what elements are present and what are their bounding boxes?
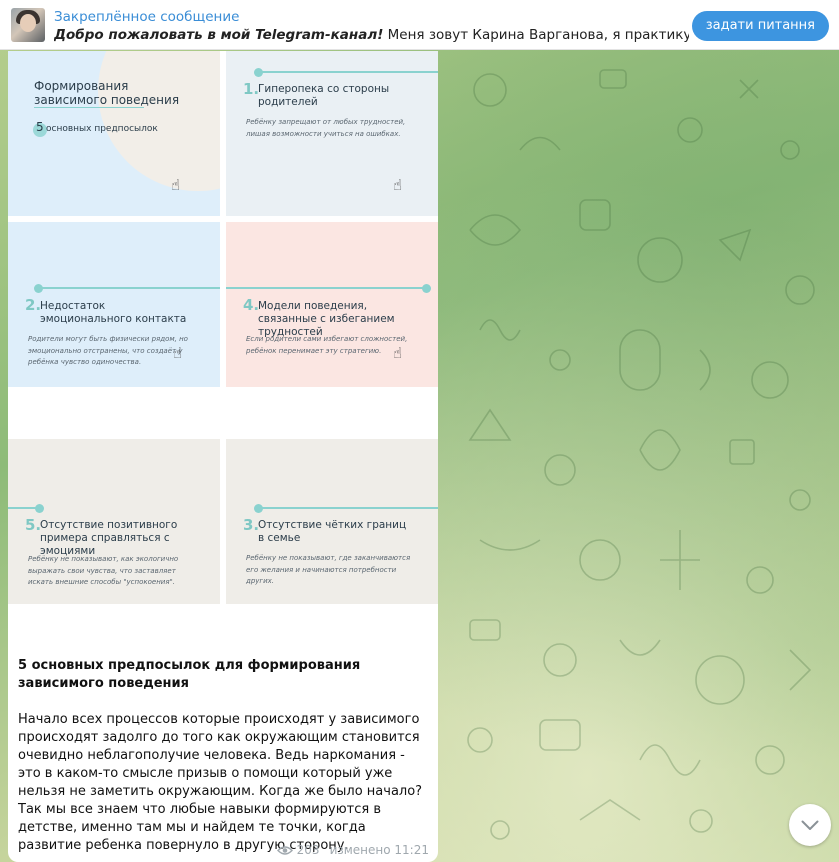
- slide-dot: [422, 284, 431, 293]
- message-meta: 203 изменено 11:21: [276, 843, 429, 857]
- message-body: Начало всех процессов которые происходят…: [18, 712, 423, 853]
- chevron-down-icon: [801, 820, 819, 830]
- pinned-message-bar[interactable]: Закреплённое сообщение Добро пожаловать …: [0, 0, 839, 50]
- slide-title: Формирования зависимого поведения: [34, 79, 180, 107]
- pinned-title: Закреплённое сообщение: [54, 9, 240, 25]
- slide-title: Отсутствие чётких границ в семье: [258, 519, 407, 544]
- slide-description: Ребёнку не показывают, как экологично вы…: [28, 555, 179, 586]
- slide-title: Недостаток эмоционального контакта: [40, 300, 187, 325]
- slide-number: 1.: [243, 80, 260, 98]
- slide-line: [8, 507, 38, 509]
- slide-blob: [98, 51, 220, 191]
- slide-line: [40, 287, 220, 289]
- media-album[interactable]: Формирования зависимого поведения 5 осно…: [8, 51, 438, 650]
- pinned-thumbnail: [11, 8, 45, 42]
- slide-dot: [35, 504, 44, 513]
- ask-question-button[interactable]: задати питання: [691, 11, 829, 41]
- album-slide-cover[interactable]: Формирования зависимого поведения 5 осно…: [8, 51, 220, 216]
- album-slide-3[interactable]: 3. Отсутствие чётких границ в семье Ребё…: [226, 439, 438, 604]
- album-slide-1[interactable]: 1. Гиперопека со стороны родителей Ребён…: [226, 51, 438, 216]
- slide-title: Отсутствие позитивного примера справлять…: [40, 519, 178, 557]
- pinned-text: Добро пожаловать в мой Telegram-канал! М…: [54, 27, 689, 43]
- slide-number: 5.: [25, 516, 42, 534]
- slide-number: 2.: [25, 296, 42, 314]
- pinned-text-bold: Добро пожаловать в мой Telegram-канал!: [54, 27, 384, 43]
- slide-description: Ребёнку не показывают, где заканчиваются…: [246, 554, 411, 585]
- slide-title: Гиперопека со стороны родителей: [258, 83, 390, 108]
- views-count: 203: [296, 843, 320, 857]
- thumbnail-face: [20, 14, 36, 32]
- slide-line: [260, 507, 438, 509]
- slide-line: [34, 107, 144, 108]
- pinned-text-rest: Меня зовут Карина Варганова, я практикую…: [387, 27, 689, 43]
- slide-line: [260, 71, 438, 73]
- slide-subtitle: основных предпосылок: [46, 124, 158, 134]
- scroll-down-button[interactable]: [789, 804, 831, 846]
- message-caption: 5 основных предпосылок для формирования …: [18, 657, 428, 855]
- swipe-hand-icon: ☝: [393, 176, 403, 194]
- slide-number: 4.: [243, 296, 260, 314]
- slide-subtitle-number: 5: [36, 120, 44, 134]
- swipe-hand-icon: ☝: [171, 176, 181, 194]
- slide-description: Ребёнку запрещают от любых трудностей, л…: [246, 118, 406, 138]
- slide-line: [226, 287, 426, 289]
- slide-number: 3.: [243, 516, 260, 534]
- message-title: 5 основных предпосылок для формирования …: [18, 658, 361, 691]
- channel-message: Формирования зависимого поведения 5 осно…: [8, 51, 438, 862]
- album-slide-4[interactable]: 4. Модели поведения, связанные с избеган…: [226, 222, 438, 387]
- album-slide-2[interactable]: 2. Недостаток эмоционального контакта Ро…: [8, 222, 220, 387]
- swipe-hand-icon: ☝: [173, 344, 183, 362]
- eye-icon: [276, 845, 293, 855]
- album-slide-5[interactable]: 5. Отсутствие позитивного примера справл…: [8, 439, 220, 604]
- edited-time: изменено 11:21: [329, 843, 429, 857]
- swipe-hand-icon: ☝: [393, 344, 403, 362]
